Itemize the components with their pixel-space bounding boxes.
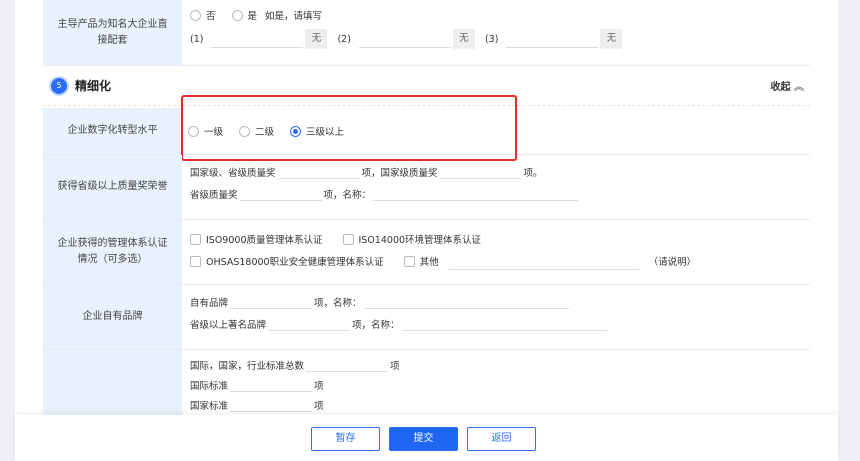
section-title: 精细化 — [75, 79, 112, 93]
intl-standards-input[interactable] — [230, 374, 313, 392]
hint-text: 如是，请填写 — [265, 11, 323, 22]
row-brand: 企业自有品牌 自有品牌 项，名称： 省级以上著名品牌 项，名称： — [43, 285, 810, 350]
footer-bar: 暂存 提交 返回 — [15, 415, 838, 461]
supply-input-3[interactable] — [506, 30, 599, 48]
row-quality: 获得省级以上质量奖荣誉 国家级、省级质量奖 项，国家级质量奖 项。 省级质量奖 项，名… — [43, 155, 810, 220]
supply-input-2[interactable] — [358, 30, 451, 48]
famous-brand-name-input[interactable] — [401, 313, 607, 331]
row-cert: 企业获得的管理体系认证情况（可多选） ISO9000质量管理体系认证 ISO140… — [43, 220, 810, 285]
brand-name-input[interactable] — [363, 291, 569, 309]
checkbox-other[interactable] — [403, 255, 415, 267]
radio-yes[interactable]: 是 — [231, 8, 257, 22]
brand-count-input[interactable] — [230, 291, 313, 309]
back-button[interactable]: 返回 — [467, 427, 536, 451]
checkbox-iso9000[interactable] — [190, 233, 201, 245]
collapse-button[interactable]: 收起 ︽ — [771, 78, 804, 93]
highlight-box — [181, 95, 517, 161]
national-standards-label: 国家标准 — [190, 401, 229, 412]
radio-no[interactable]: 否 — [190, 8, 216, 22]
item-label: (1) — [190, 33, 204, 45]
other-cert-input[interactable] — [448, 252, 639, 270]
item-label: (2) — [337, 33, 351, 45]
section-number: 5 — [51, 77, 67, 94]
suffix: 无 — [452, 29, 475, 49]
suffix: 无 — [305, 29, 328, 49]
chevron-up-icon: ︽ — [794, 82, 804, 93]
row-supply: 主导产品为知名大企业直接配套 否 是 如是，请填写 (1) 无 (2) 无 (3… — [43, 0, 810, 66]
save-draft-button[interactable]: 暂存 — [311, 427, 380, 451]
submit-button[interactable]: 提交 — [389, 427, 458, 451]
row-label: 企业获得的管理体系认证情况（可多选） — [43, 220, 182, 284]
row-label: 企业自有品牌 — [43, 285, 182, 349]
famous-brand-count-input[interactable] — [268, 313, 351, 331]
row-label: 获得省级以上质量奖荣誉 — [43, 155, 182, 219]
national-quality-input[interactable] — [439, 161, 522, 179]
checkbox-iso14000[interactable] — [342, 233, 354, 245]
provincial-quality-input[interactable] — [239, 183, 322, 201]
national-standards-input[interactable] — [230, 394, 313, 412]
quality-name-input[interactable] — [373, 183, 579, 201]
suffix: 无 — [600, 29, 623, 49]
row-label: 主导产品为知名大企业直接配套 — [43, 0, 182, 65]
standards-total-input[interactable] — [306, 354, 389, 372]
row-label: 企业数字化转型水平 — [43, 108, 182, 154]
checkbox-ohsas18000[interactable] — [190, 255, 201, 267]
quality-total-input[interactable] — [277, 161, 360, 179]
supply-input-1[interactable] — [211, 30, 304, 48]
item-label: (3) — [484, 33, 499, 45]
